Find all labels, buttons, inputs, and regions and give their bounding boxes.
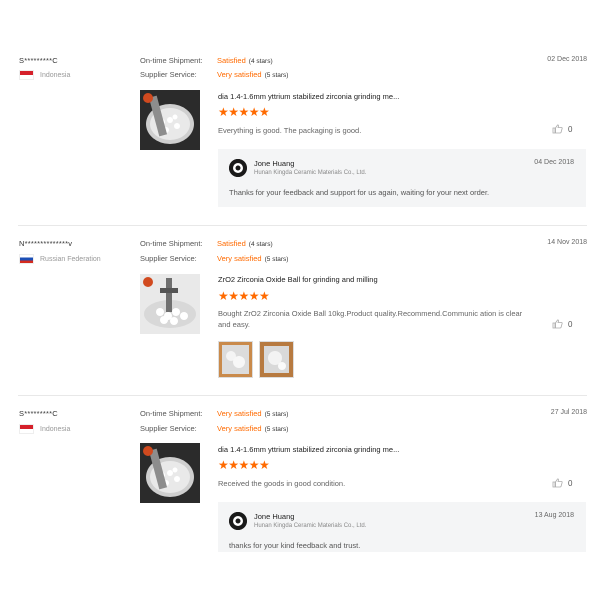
like-button[interactable]: 0 [552,478,572,488]
supplier-reply: Jone Huang Hunan Kingda Ceramic Material… [218,149,586,207]
review-photo[interactable] [218,341,253,378]
shipment-label: On-time Shipment: [140,56,203,65]
thumbs-up-icon [552,319,563,329]
service-rating: Supplier Service: Very satisfied (5 stars) [140,424,288,433]
review-photo[interactable] [259,341,294,378]
russia-flag-icon [19,254,34,264]
product-thumbnail[interactable] [140,274,200,334]
review-date: 14 Nov 2018 [547,239,587,246]
product-title-link[interactable]: dia 1.4-1.6mm yttrium stabilized zirconi… [218,445,399,454]
reply-company: Hunan Kingda Ceramic Materials Co., Ltd. [254,170,367,176]
reply-date: 13 Aug 2018 [534,512,574,519]
country-label: Russian Federation [40,255,101,263]
service-label: Supplier Service: [140,424,197,433]
like-count: 0 [568,319,573,329]
like-count: 0 [568,478,573,488]
star-rating: ★★★★★ [218,105,270,119]
service-stars: (5 stars) [264,256,289,263]
reply-author: Jone Huang [254,512,295,521]
product-thumbnail[interactable] [140,443,200,503]
service-stars: (5 stars) [264,426,289,433]
supplier-reply: Jone Huang Hunan Kingda Ceramic Material… [218,502,586,552]
reply-author: Jone Huang [254,159,295,168]
reply-company: Hunan Kingda Ceramic Materials Co., Ltd. [254,523,367,529]
service-rating: Supplier Service: Very satisfied (5 stars) [140,254,288,263]
star-rating: ★★★★★ [218,289,270,303]
review-comment: Received the goods in good condition. [218,479,346,488]
review-comment: Everything is good. The packaging is goo… [218,126,362,135]
thumbs-up-icon [552,478,563,488]
avatar [229,512,247,530]
buyer-country: Indonesia [19,70,70,80]
buyer-country: Russian Federation [19,254,101,264]
review-divider [18,225,587,226]
service-label: Supplier Service: [140,254,197,263]
like-button[interactable]: 0 [552,319,572,329]
shipment-value: Satisfied [217,239,246,248]
country-label: Indonesia [40,425,71,433]
buyer-name: S*********C [19,56,58,65]
shipment-value: Satisfied [217,56,246,65]
country-label: Indonesia [40,71,71,79]
shipment-label: On-time Shipment: [140,239,203,248]
like-button[interactable]: 0 [552,124,572,134]
indonesia-flag-icon [19,424,34,434]
service-label: Supplier Service: [140,70,197,79]
reply-text: thanks for your kind feedback and trust. [229,541,361,550]
buyer-name: N**************v [19,239,73,248]
shipment-rating: On-time Shipment: Satisfied (4 stars) [140,56,273,65]
product-thumbnail[interactable] [140,90,200,150]
service-stars: (5 stars) [264,72,289,79]
shipment-rating: On-time Shipment: Very satisfied (5 stars) [140,409,288,418]
review-date: 27 Jul 2018 [550,409,587,416]
shipment-stars: (5 stars) [264,411,289,418]
buyer-country: Indonesia [19,424,70,434]
shipment-stars: (4 stars) [248,241,273,248]
service-value: Very satisfied [217,254,262,263]
thumbs-up-icon [552,124,563,134]
product-title-link[interactable]: dia 1.4-1.6mm yttrium stabilized zirconi… [218,92,399,101]
service-rating: Supplier Service: Very satisfied (5 stars) [140,70,288,79]
service-value: Very satisfied [217,424,262,433]
buyer-name: S*********C [19,409,58,418]
review-divider [18,395,587,396]
shipment-stars: (4 stars) [248,58,273,65]
reply-date: 04 Dec 2018 [534,159,574,166]
product-title-link[interactable]: ZrO2 Zirconia Oxide Ball for grinding an… [218,275,378,284]
review-comment: Bought ZrO2 Zirconia Oxide Ball 10kg.Pro… [218,309,523,329]
reply-text: Thanks for your feedback and support for… [229,188,490,197]
shipment-label: On-time Shipment: [140,409,203,418]
avatar [229,159,247,177]
shipment-rating: On-time Shipment: Satisfied (4 stars) [140,239,273,248]
service-value: Very satisfied [217,70,262,79]
review-date: 02 Dec 2018 [547,56,587,63]
indonesia-flag-icon [19,70,34,80]
star-rating: ★★★★★ [218,458,270,472]
shipment-value: Very satisfied [217,409,262,418]
like-count: 0 [568,124,573,134]
